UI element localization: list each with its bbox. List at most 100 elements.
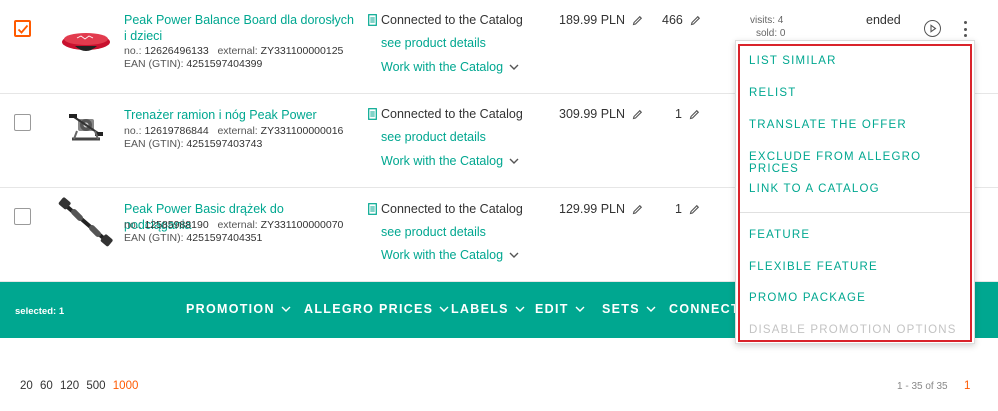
external-id: ZY331100000125 [260,45,344,57]
chevron-down-icon [439,306,449,312]
connect-menu-button[interactable]: CONNECT [669,302,740,316]
balance-board-image [62,33,110,51]
row-checkbox[interactable] [14,208,31,225]
labels-menu-button[interactable]: LABELS [451,302,525,316]
price-cell: 189.99 PLN [559,13,643,27]
offer-stats: visits: 4 sold: 0 [750,14,785,40]
chevron-down-icon [575,306,585,312]
menu-divider [740,212,970,213]
ean-label: EAN (GTIN): [124,58,184,70]
offer-number: 12619786844 [144,125,209,137]
sets-label: SETS [602,302,640,316]
pencil-icon[interactable] [632,15,643,26]
kebab-icon[interactable] [962,21,968,37]
product-thumbnail[interactable] [58,194,114,250]
work-with-catalog-button[interactable]: Work with the Catalog [381,60,519,74]
promotion-menu-button[interactable]: PROMOTION [186,302,291,316]
menu-item-translate-offer[interactable]: TRANSLATE THE OFFER [749,119,907,131]
menu-item-flexible-feature[interactable]: FLEXIBLE FEATURE [749,261,878,273]
row-checkbox[interactable] [14,20,31,37]
ean-label: EAN (GTIN): [124,232,184,244]
chevron-down-icon [509,158,519,164]
current-page-button[interactable]: 1 [964,380,970,392]
menu-item-exclude-allegro-prices[interactable]: EXCLUDE FROM ALLEGRO PRICES [749,151,974,175]
row-checkbox[interactable] [14,114,31,131]
pencil-icon[interactable] [632,204,643,215]
quantity-cell: 466 [662,13,701,27]
ean-value: 4251597404399 [186,58,263,70]
menu-item-feature[interactable]: FEATURE [749,229,810,241]
menu-item-disable-promotion-options: DISABLE PROMOTION OPTIONS [749,324,957,336]
work-with-catalog-button[interactable]: Work with the Catalog [381,154,519,168]
page-size-option[interactable]: 120 [60,380,79,392]
sold-count: sold: 0 [756,28,786,39]
page-size-option[interactable]: 60 [40,380,53,392]
catalog-status-text: Connected to the Catalog [381,13,523,27]
results-range: 1 - 35 of 35 [897,381,948,392]
no-label: no.: [124,125,142,137]
pencil-icon[interactable] [689,204,700,215]
document-icon [368,14,377,26]
checkmark-icon [17,24,29,34]
menu-item-list-similar[interactable]: LIST SIMILAR [749,55,837,67]
sets-menu-button[interactable]: SETS [602,302,656,316]
see-product-details-link[interactable]: see product details [381,130,486,144]
price-cell: 129.99 PLN [559,202,643,216]
pencil-icon[interactable] [689,109,700,120]
product-ids: no.: 12619786844 external: ZY33110000001… [124,125,384,151]
connect-label: CONNECT [669,302,740,316]
labels-label: LABELS [451,302,509,316]
catalog-status: Connected to the Catalog [368,13,523,27]
catalog-status-text: Connected to the Catalog [381,107,523,121]
product-ids: no.: 12585988190 external: ZY33110000007… [124,219,384,245]
external-label: external: [217,219,258,231]
chevron-down-icon [509,64,519,70]
selected-count: selected: 1 [15,306,65,317]
product-name-link[interactable]: Trenażer ramion i nóg Peak Power [124,107,354,123]
offer-number: 12626496133 [144,45,209,57]
see-product-details-link[interactable]: see product details [381,36,486,50]
pull-up-bar-image [58,197,113,247]
work-with-catalog-button[interactable]: Work with the Catalog [381,248,519,262]
catalog-status: Connected to the Catalog [368,202,523,216]
ean-value: 4251597404351 [186,232,263,244]
offer-number: 12585988190 [144,219,209,231]
chevron-down-icon [509,252,519,258]
page-size-option[interactable]: 20 [20,380,33,392]
pencil-icon[interactable] [632,109,643,120]
external-id: ZY331100000070 [260,219,344,231]
product-ids: no.: 12626496133 external: ZY33110000012… [124,45,384,71]
quantity-value: 466 [662,13,683,27]
quantity-cell: 1 [675,202,700,216]
menu-item-relist[interactable]: RELIST [749,87,796,99]
product-thumbnail[interactable] [58,12,114,68]
play-circle-icon[interactable] [924,20,941,37]
work-with-catalog-label: Work with the Catalog [381,60,504,74]
edit-menu-button[interactable]: EDIT [535,302,585,316]
product-thumbnail[interactable] [58,99,114,155]
allegro-prices-label: ALLEGRO PRICES [304,302,434,316]
menu-item-promo-package[interactable]: PROMO PACKAGE [749,292,866,304]
offer-status: ended [866,13,901,27]
product-name-link[interactable]: Peak Power Balance Board dla dorosłych i… [124,12,354,44]
ean-label: EAN (GTIN): [124,138,184,150]
document-icon [368,108,377,120]
chevron-down-icon [646,306,656,312]
visits-count: visits: 4 [750,15,784,26]
document-icon [368,203,377,215]
page-size-option[interactable]: 500 [86,380,105,392]
catalog-status-text: Connected to the Catalog [381,202,523,216]
work-with-catalog-label: Work with the Catalog [381,154,504,168]
chevron-down-icon [515,306,525,312]
price-value: 189.99 PLN [559,13,626,27]
page-size-option-active[interactable]: 1000 [113,380,139,392]
ean-value: 4251597403743 [186,138,263,150]
quantity-value: 1 [675,107,682,121]
edit-label: EDIT [535,302,569,316]
menu-item-link-to-catalog[interactable]: LINK TO A CATALOG [749,183,880,195]
no-label: no.: [124,45,142,57]
price-value: 129.99 PLN [559,202,626,216]
see-product-details-link[interactable]: see product details [381,225,486,239]
allegro-prices-menu-button[interactable]: ALLEGRO PRICES [304,302,449,316]
pencil-icon[interactable] [690,15,701,26]
